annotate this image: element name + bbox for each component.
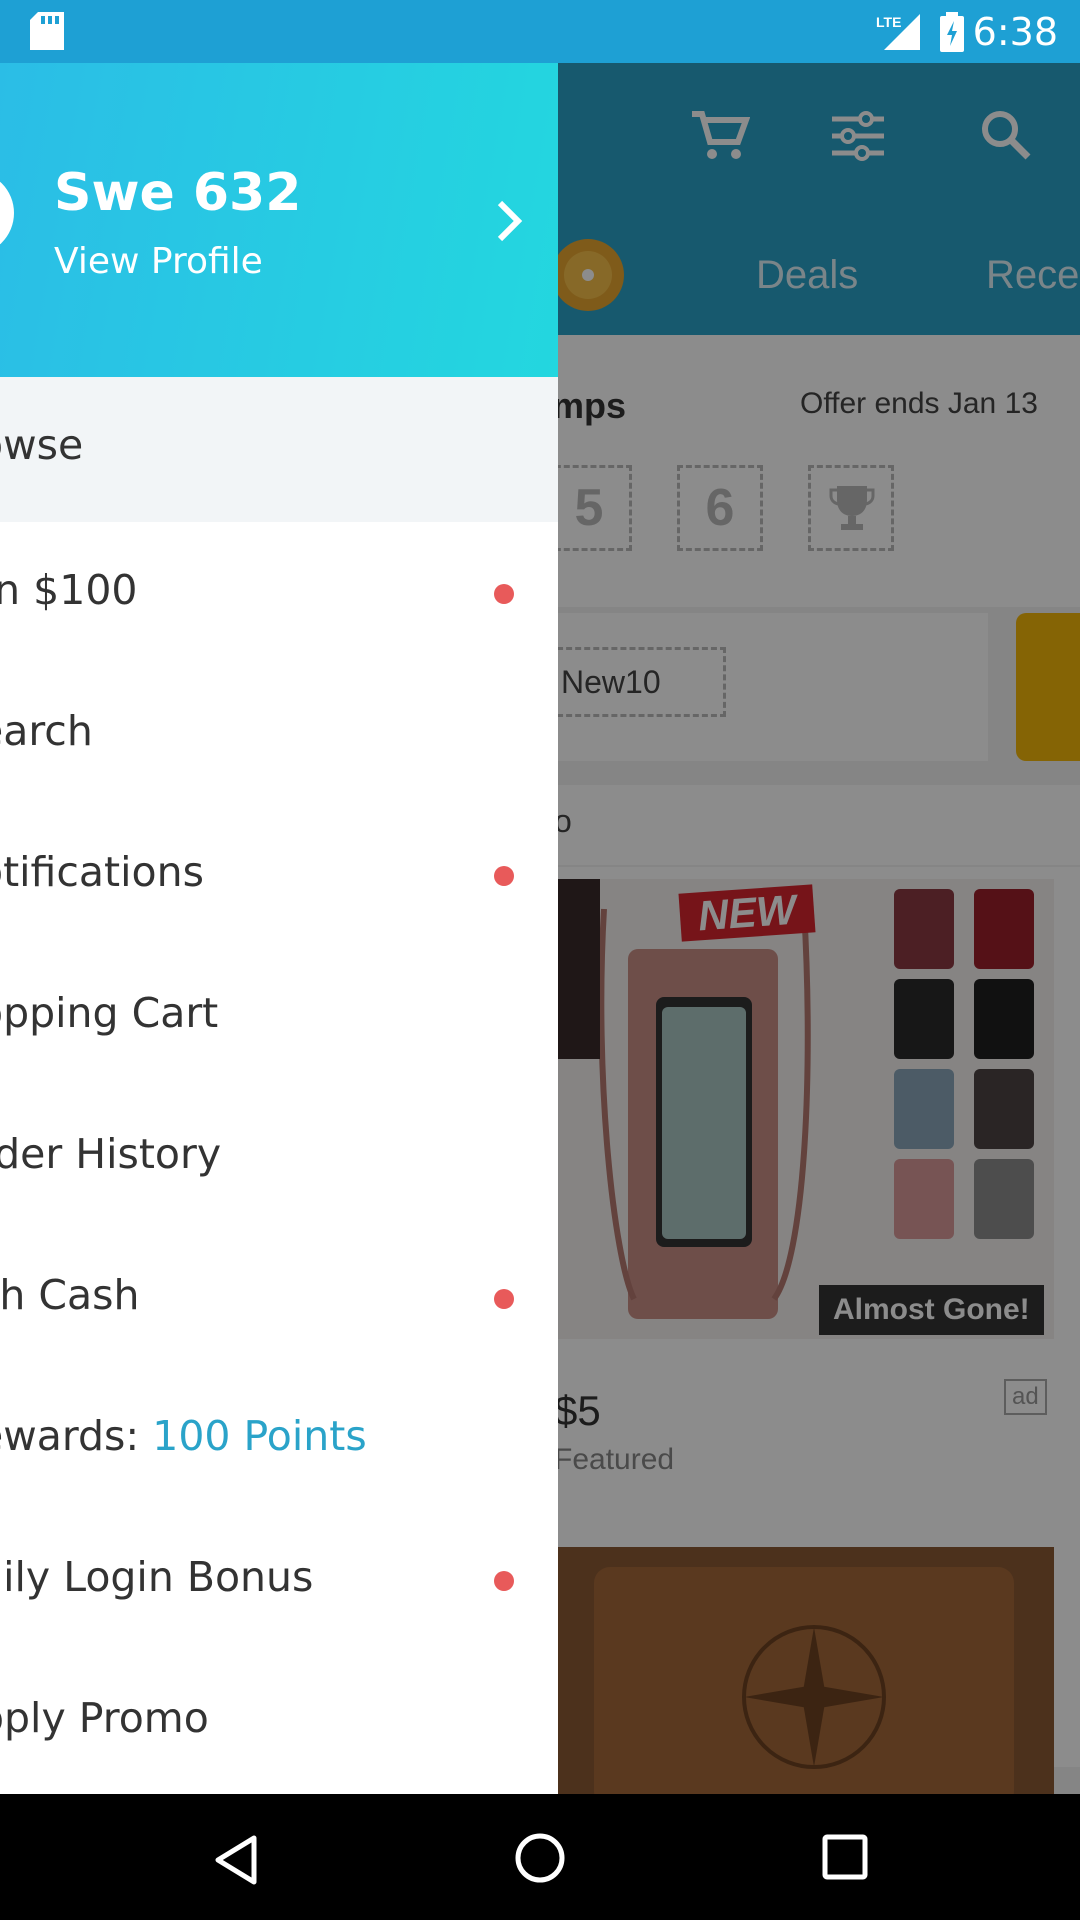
notification-dot — [494, 866, 514, 886]
menu-item-notifications[interactable]: otifications — [0, 804, 558, 945]
menu-item-shopping-cart[interactable]: opping Cart — [0, 945, 558, 1086]
back-icon[interactable] — [212, 1834, 260, 1886]
notification-dot — [494, 1289, 514, 1309]
menu-item-daily-login-bonus[interactable]: aily Login Bonus — [0, 1509, 558, 1650]
home-icon[interactable] — [514, 1832, 566, 1884]
user-name: Swe 632 — [54, 163, 302, 223]
recents-icon[interactable] — [822, 1834, 868, 1880]
chevron-right-icon[interactable] — [494, 199, 524, 243]
menu-item-apply-promo[interactable]: pply Promo — [0, 1650, 558, 1791]
rewards-points: 100 Points — [152, 1412, 367, 1460]
notification-dot — [494, 1571, 514, 1591]
menu-item-search[interactable]: earch — [0, 663, 558, 804]
clock: 6:38 — [972, 10, 1058, 54]
notification-dot — [494, 584, 514, 604]
menu-item-browse[interactable]: owse — [0, 377, 558, 522]
view-profile-link[interactable]: View Profile — [54, 241, 263, 282]
signal-icon — [884, 14, 920, 50]
sd-card-icon — [30, 12, 64, 50]
menu-item-wish-cash[interactable]: sh Cash — [0, 1227, 558, 1368]
status-bar: LTE 6:38 — [0, 0, 1080, 63]
menu-item-earn[interactable]: rn $100 — [0, 522, 558, 663]
menu-item-order-history[interactable]: rder History — [0, 1086, 558, 1227]
system-nav-bar — [0, 1794, 1080, 1920]
menu-item-rewards[interactable]: ewards: 100 Points — [0, 1368, 558, 1509]
navigation-drawer: Swe 632 View Profile owse rn $100 earch … — [0, 63, 558, 1794]
drawer-header[interactable]: Swe 632 View Profile — [0, 63, 558, 377]
avatar[interactable] — [0, 171, 14, 255]
battery-charging-icon — [940, 12, 964, 52]
